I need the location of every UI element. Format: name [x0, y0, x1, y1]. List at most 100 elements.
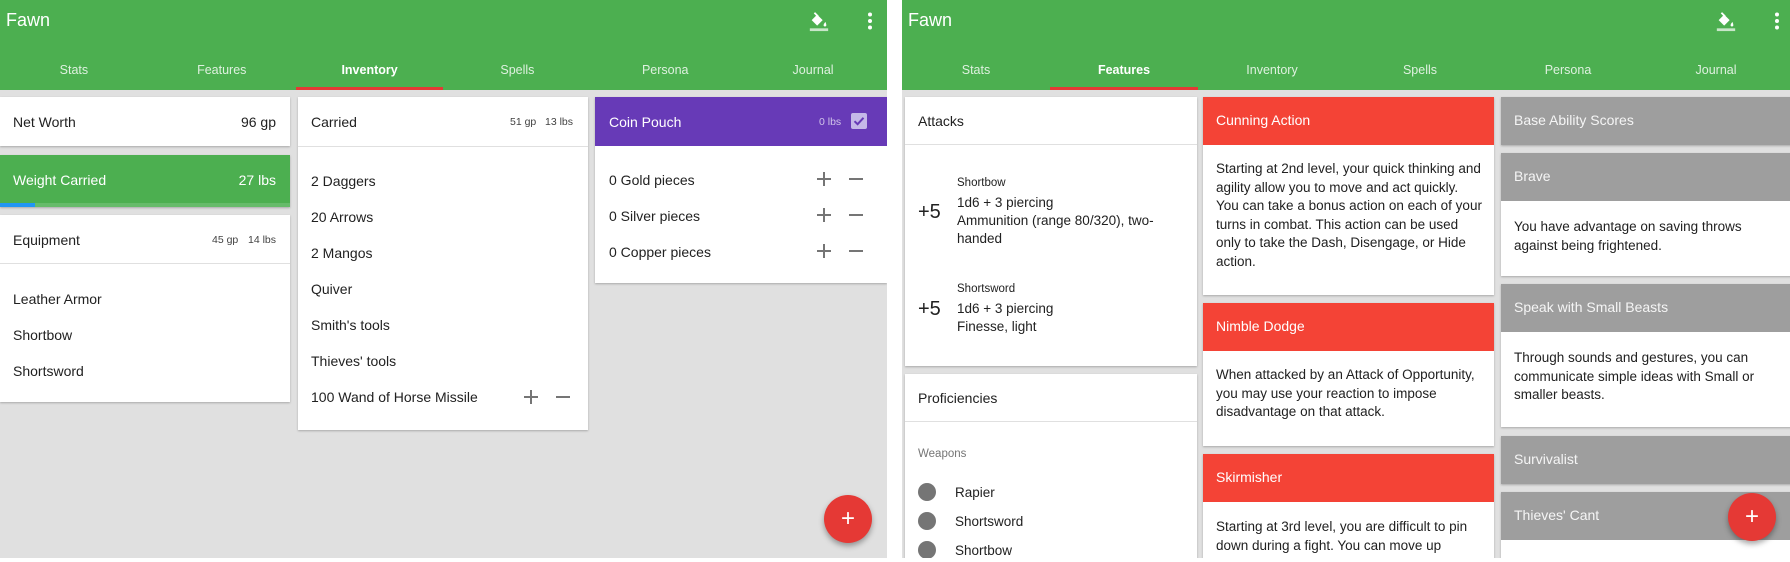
equipment-item[interactable]: Shortsword	[13, 363, 84, 379]
inventory-screen: Fawn Stats Features Inventory Spells Per…	[0, 0, 887, 558]
attacks-card: Attacks +5 Shortbow 1d6 + 3 piercing Amm…	[905, 97, 1197, 366]
racial-title[interactable]: Speak with Small Beasts	[1501, 284, 1790, 332]
carried-title: Carried	[311, 114, 357, 130]
weight-carried-card[interactable]: Weight Carried 27 lbs	[0, 155, 290, 207]
carried-item[interactable]: 2 Daggers	[311, 173, 376, 189]
carried-item[interactable]: 20 Arrows	[311, 209, 373, 225]
decrement-button[interactable]	[847, 206, 865, 224]
attacks-title: Attacks	[918, 113, 964, 129]
proficiency-indicator[interactable]	[918, 483, 936, 501]
decrement-button[interactable]	[554, 388, 572, 406]
attack-bonus: +5	[918, 201, 941, 223]
proficiencies-card: Proficiencies Weapons Rapier Shortsword …	[905, 374, 1197, 558]
coin-pouch-title: Coin Pouch	[609, 114, 682, 130]
carried-lbs: 13 lbs	[545, 116, 574, 128]
divider	[0, 263, 290, 264]
check-icon	[853, 117, 865, 126]
proficiency-indicator[interactable]	[918, 541, 936, 558]
net-worth-label: Net Worth	[13, 114, 76, 130]
tab-journal[interactable]: Journal	[1642, 49, 1790, 90]
attack-name: Shortbow	[957, 177, 1006, 189]
increment-button[interactable]	[815, 242, 833, 260]
features-screen: Fawn Stats Features Inventory Spells Per…	[902, 0, 1790, 558]
coin-pouch-header[interactable]: Coin Pouch 0 lbs	[595, 97, 887, 146]
feature-card-skirmisher: Skirmisher Starting at 3rd level, you ar…	[1203, 454, 1494, 558]
feature-description: Starting at 2nd level, your quick thinki…	[1216, 161, 1482, 269]
add-item-fab[interactable]: +	[824, 495, 872, 543]
decrement-button[interactable]	[847, 170, 865, 188]
tab-journal[interactable]: Journal	[739, 49, 887, 90]
tab-features[interactable]: Features	[148, 49, 296, 90]
tab-stats[interactable]: Stats	[0, 49, 148, 90]
attack-name: Shortsword	[957, 283, 1016, 295]
tab-stats[interactable]: Stats	[902, 49, 1050, 90]
attack-properties: Ammunition (range 80/320), two-handed	[957, 213, 1154, 246]
more-vert-icon[interactable]	[866, 12, 874, 30]
equipment-item[interactable]: Leather Armor	[13, 291, 102, 307]
add-icon: +	[1744, 503, 1759, 530]
carried-item[interactable]: Quiver	[311, 281, 352, 297]
coin-pouch-checkbox[interactable]	[851, 113, 867, 129]
coin-row: 0 Copper pieces	[609, 244, 711, 260]
increment-button[interactable]	[815, 170, 833, 188]
tab-persona[interactable]: Persona	[591, 49, 739, 90]
proficiencies-title: Proficiencies	[918, 390, 998, 406]
racial-title: Survivalist	[1501, 436, 1790, 484]
attack-damage: 1d6 + 3 piercing	[957, 301, 1054, 316]
coin-pouch-lbs: 0 lbs	[819, 116, 842, 128]
increment-button[interactable]	[522, 388, 540, 406]
base-ability-scores-card[interactable]: Base Ability Scores	[1501, 97, 1790, 145]
racial-description: You have advantage on saving throws agai…	[1514, 219, 1742, 253]
app-title: Fawn	[908, 10, 953, 30]
app-title: Fawn	[6, 10, 51, 30]
tab-persona[interactable]: Persona	[1494, 49, 1642, 90]
feature-description: Starting at 3rd level, you are difficult…	[1216, 519, 1468, 553]
equipment-lbs: 14 lbs	[248, 234, 277, 246]
racial-title[interactable]: Brave	[1501, 153, 1790, 201]
coin-row: 0 Gold pieces	[609, 172, 695, 188]
racial-card-survivalist[interactable]: Survivalist	[1501, 436, 1790, 484]
net-worth-card[interactable]: Net Worth 96 gp	[0, 97, 290, 146]
equipment-card: Equipment 45 gp 14 lbs Leather Armor Sho…	[0, 215, 290, 402]
proficiency-item: Shortsword	[955, 514, 1024, 529]
weight-carried-value: 27 lbs	[238, 172, 276, 188]
feature-description: When attacked by an Attack of Opportunit…	[1216, 367, 1475, 419]
increment-button[interactable]	[815, 206, 833, 224]
divider	[905, 421, 1197, 422]
paint-bucket-icon[interactable]	[1715, 10, 1737, 32]
attack-damage: 1d6 + 3 piercing	[957, 195, 1054, 210]
attack-properties: Finesse, light	[957, 319, 1037, 334]
carried-item[interactable]: 2 Mangos	[311, 245, 372, 261]
carried-item[interactable]: 100 Wand of Horse Missile	[311, 389, 478, 405]
divider	[298, 146, 588, 147]
feature-title[interactable]: Skirmisher	[1203, 454, 1494, 502]
decrement-button[interactable]	[847, 242, 865, 260]
tab-features[interactable]: Features	[1050, 49, 1198, 90]
tab-bar: Stats Features Inventory Spells Persona …	[902, 49, 1790, 90]
more-vert-icon[interactable]	[1773, 12, 1781, 30]
app-bar: Fawn Stats Features Inventory Spells Per…	[0, 0, 887, 90]
carried-item[interactable]: Smith's tools	[311, 317, 390, 333]
proficiency-item: Rapier	[955, 485, 995, 500]
tab-inventory[interactable]: Inventory	[295, 49, 444, 90]
attack-bonus: +5	[918, 298, 941, 320]
proficiency-section-label: Weapons	[918, 448, 967, 460]
racial-card-brave: Brave You have advantage on saving throw…	[1501, 153, 1790, 276]
carried-item[interactable]: Thieves' tools	[311, 353, 396, 369]
coin-pouch-card: Coin Pouch 0 lbs 0 Gold pieces 0 Silver …	[595, 97, 887, 283]
feature-title[interactable]: Cunning Action	[1203, 97, 1494, 145]
add-feature-fab[interactable]: +	[1728, 493, 1776, 541]
equipment-item[interactable]: Shortbow	[13, 327, 72, 343]
weight-capacity-fill	[0, 203, 35, 207]
carried-card: Carried 51 gp 13 lbs 2 Daggers 20 Arrows…	[298, 97, 588, 430]
tab-spells[interactable]: Spells	[1346, 49, 1494, 90]
racial-card-speak-with-small-beasts: Speak with Small Beasts Through sounds a…	[1501, 284, 1790, 427]
equipment-title: Equipment	[13, 232, 80, 248]
tab-inventory[interactable]: Inventory	[1198, 49, 1346, 90]
app-bar: Fawn Stats Features Inventory Spells Per…	[902, 0, 1790, 90]
paint-bucket-icon[interactable]	[808, 10, 830, 32]
feature-title[interactable]: Nimble Dodge	[1203, 303, 1494, 351]
weight-capacity-bar	[0, 203, 290, 207]
proficiency-indicator[interactable]	[918, 512, 936, 530]
tab-spells[interactable]: Spells	[443, 49, 591, 90]
